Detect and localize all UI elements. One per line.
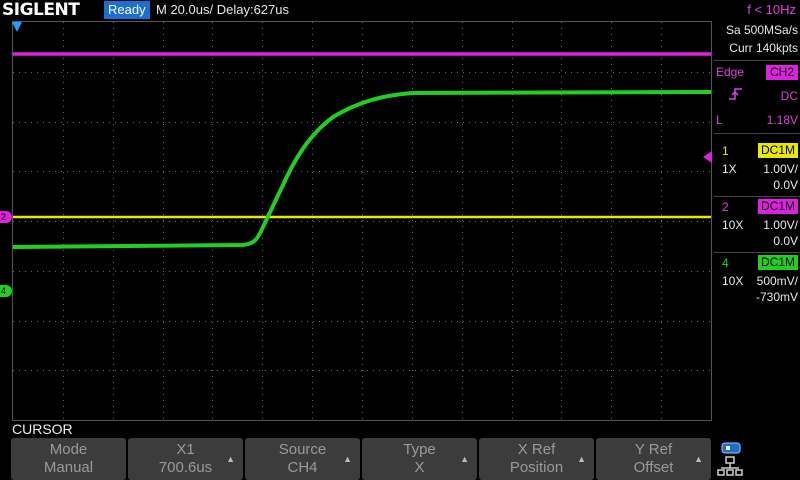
- softkey-source[interactable]: Source CH4 ▲: [245, 438, 360, 480]
- status-bar: SIGLENT Ready M 20.0us/ Delay:627us f < …: [0, 0, 800, 20]
- memory-depth: Curr 140kpts: [729, 41, 798, 55]
- up-arrow-icon: ▲: [460, 454, 469, 464]
- trigger-type: Edge: [716, 65, 745, 79]
- ch2-offset: 0.0V: [773, 234, 798, 248]
- waveform-canvas: [13, 22, 711, 420]
- up-arrow-icon: ▲: [694, 454, 703, 464]
- softkey-type[interactable]: Type X ▲: [362, 438, 477, 480]
- ch4-trace: [13, 90, 711, 249]
- ch1-coupling-badge: DC1M: [758, 143, 798, 158]
- menu-title: CURSOR: [12, 421, 73, 437]
- trigger-level-value: 1.18V: [766, 113, 798, 127]
- run-state-badge[interactable]: Ready: [104, 1, 150, 19]
- ch2-number: 2: [722, 200, 729, 214]
- ch4-offset: -730mV: [755, 290, 798, 304]
- graticule: [13, 22, 711, 420]
- trigger-source-badge: CH2: [766, 65, 798, 80]
- ch4-probe: 10X: [722, 274, 744, 288]
- ch2-offset-marker[interactable]: 2: [0, 211, 12, 223]
- trigger-position-marker[interactable]: [12, 22, 22, 32]
- info-panel: Sa 500MSa/s Curr 140kpts Edge CH2 DC L 1…: [714, 20, 800, 420]
- softkey-x-ref[interactable]: X Ref Position ▲: [479, 438, 594, 480]
- network-icon: [717, 456, 743, 476]
- ch4-scale: 500mV/: [756, 274, 798, 288]
- trigger-level-label: L: [716, 113, 723, 127]
- softkey-y-ref[interactable]: Y Ref Offset ▲: [596, 438, 711, 480]
- trigger-coupling: DC: [780, 89, 798, 103]
- ch2-scale: 1.00V/: [763, 218, 798, 232]
- ch2-probe: 10X: [722, 218, 744, 232]
- sample-rate: Sa 500MSa/s: [725, 23, 798, 37]
- trigger-level-marker[interactable]: [703, 151, 712, 163]
- ch4-number: 4: [722, 256, 729, 270]
- delay-value: Delay:627us: [216, 2, 289, 17]
- softkey-mode[interactable]: Mode Manual: [11, 438, 126, 480]
- ch2-coupling-badge: DC1M: [758, 199, 798, 214]
- up-arrow-icon: ▲: [577, 454, 586, 464]
- brand-logo: SIGLENT: [2, 0, 80, 20]
- frequency-counter: f < 10Hz: [747, 2, 796, 17]
- up-arrow-icon: ▲: [343, 454, 352, 464]
- softkey-x1[interactable]: X1 700.6us ▲: [128, 438, 243, 480]
- up-arrow-icon: ▲: [226, 454, 235, 464]
- ch4-coupling-badge: DC1M: [758, 255, 798, 270]
- rising-edge-icon: [728, 87, 744, 101]
- usb-icon: [721, 442, 741, 454]
- timebase-value: M 20.0us/: [156, 2, 214, 17]
- waveform-display[interactable]: [12, 21, 712, 421]
- timebase-readout[interactable]: M 20.0us/ Delay:627us: [156, 0, 289, 20]
- ch1-offset: 0.0V: [773, 178, 798, 192]
- ch4-offset-marker[interactable]: 4: [0, 285, 12, 297]
- ch1-probe: 1X: [722, 162, 737, 176]
- status-icons: [716, 440, 800, 480]
- ch1-scale: 1.00V/: [763, 162, 798, 176]
- softkey-value: Manual: [43, 459, 94, 476]
- softkey-label: Mode: [49, 441, 88, 458]
- ch1-number: 1: [722, 144, 729, 158]
